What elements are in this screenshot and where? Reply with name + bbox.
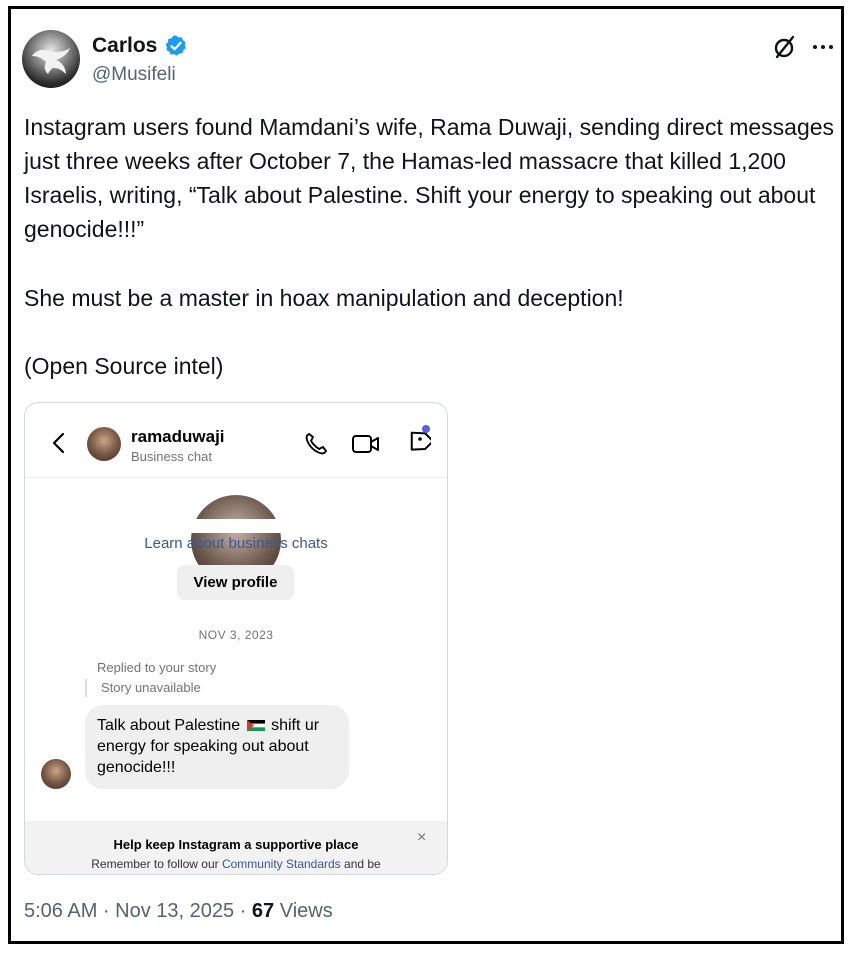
- learn-business-chats-link[interactable]: Learn about business chats: [25, 535, 447, 552]
- video-call-icon: [352, 435, 379, 453]
- view-profile-button[interactable]: View profile: [177, 565, 294, 600]
- tweet-meta: 5:06 AM · Nov 13, 2025 · 67 Views: [24, 900, 333, 923]
- verified-badge-icon: [165, 35, 186, 56]
- views-label: Views: [274, 900, 333, 922]
- story-unavailable-label: Story unavailable: [85, 679, 201, 697]
- ig-header-avatar: [87, 427, 121, 461]
- banner-subtitle: Remember to follow our Community Standar…: [91, 857, 381, 871]
- instagram-screenshot-embed[interactable]: ramaduwaji Business chat Learn about bus…: [24, 402, 448, 875]
- grok-icon[interactable]: [772, 34, 798, 60]
- replied-story-label: Replied to your story: [97, 660, 217, 675]
- notification-dot: [422, 425, 430, 433]
- message-bubble: Talk about Palestine shift ur energy for…: [85, 705, 349, 789]
- sender-avatar: [41, 759, 71, 789]
- supportive-place-banner: Help keep Instagram a supportive place R…: [25, 821, 447, 874]
- message-date: NOV 3, 2023: [198, 628, 274, 642]
- message-text-part-1: Talk about Palestine: [97, 717, 245, 734]
- dove-icon: [32, 48, 70, 74]
- ig-chat-header: ramaduwaji Business chat: [25, 403, 447, 478]
- ig-chat-type: Business chat: [131, 449, 212, 464]
- tweet-text-paragraph-1: Instagram users found Mamdani’s wife, Ra…: [24, 114, 835, 242]
- community-standards-link[interactable]: Community Standards: [222, 857, 341, 871]
- ig-username: ramaduwaji: [131, 427, 225, 446]
- close-icon[interactable]: ×: [417, 829, 426, 847]
- views-count: 67: [251, 900, 275, 922]
- author-handle[interactable]: @Musifeli: [92, 64, 176, 86]
- palestine-flag-icon: [246, 720, 265, 732]
- author-avatar[interactable]: [22, 30, 80, 88]
- back-arrow-icon: [52, 432, 65, 454]
- banner-title: Help keep Instagram a supportive place: [113, 837, 359, 852]
- tag-icon: [410, 431, 431, 451]
- tweet-text-paragraph-3: (Open Source intel): [24, 353, 224, 379]
- phone-icon: [305, 433, 327, 455]
- tweet-text-paragraph-2: She must be a master in hoax manipulatio…: [24, 285, 624, 311]
- author-name[interactable]: Carlos: [92, 34, 157, 58]
- more-icon[interactable]: [810, 34, 836, 60]
- scroll-cutoff: [25, 519, 447, 533]
- tweet-timestamp[interactable]: 5:06 AM · Nov 13, 2025 ·: [24, 900, 252, 922]
